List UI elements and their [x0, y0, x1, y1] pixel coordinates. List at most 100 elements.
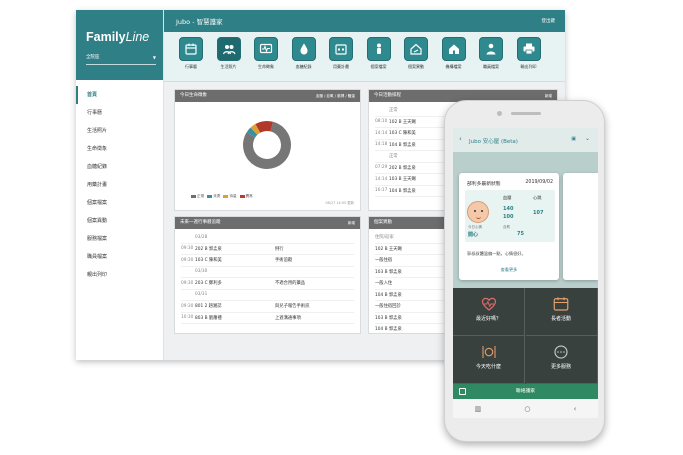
table-row[interactable]: 09:30 202 B 郭孟泉 例行 [181, 244, 354, 255]
toolbar-button[interactable]: 生活照片 [216, 37, 242, 70]
calendar-icon [553, 297, 569, 311]
facility-select-value: 全院區 [86, 55, 100, 60]
appointments-add-link[interactable]: 新增 [348, 217, 355, 229]
table-row[interactable]: 10:30 803 B 劉蕭禮 上週溝通事項 [181, 313, 354, 324]
service-grid-item[interactable]: 今天吃什麼 [453, 336, 525, 384]
table-row[interactable]: 09:30 801 2 趙湘誌 與兒子報告手術訊 [181, 301, 354, 313]
phone-camera [497, 111, 502, 116]
phone-screen: ‹ Jubo 安心屋 (Beta) ▣ ⌄ 部利多最新狀態 2019/09/02… [453, 128, 598, 418]
toolbar-button[interactable]: 行事曆 [178, 37, 204, 70]
status-card[interactable]: 部利多最新狀態 2019/09/02 血壓 心跳 140 100 107 今日心… [459, 173, 559, 280]
toolbar-button[interactable]: 機構檔案 [441, 37, 467, 70]
table-row[interactable]: 03/31 [181, 290, 354, 301]
sidebar-item[interactable]: 行事曆 [76, 104, 163, 122]
status-card-date: 2019/09/02 [525, 180, 553, 185]
sidebar-item[interactable]: 首頁 [76, 86, 163, 104]
logout-link[interactable]: 登出鍵 [542, 18, 556, 24]
row-text: 住院/返家 [375, 235, 394, 241]
toolbar-button-label: 輸出列印 [520, 64, 537, 69]
row-time: 09:30 [181, 257, 194, 263]
sidebar-item[interactable]: 生命徵象 [76, 140, 163, 158]
legend-item: 正常 [191, 194, 204, 199]
legend-swatch [239, 194, 245, 198]
legend-swatch [207, 194, 213, 198]
toolbar-button-label: 個案異動 [408, 64, 424, 69]
mood-value: 開心 [468, 232, 479, 238]
service-grid-item[interactable]: 最近好嗎？ [453, 288, 525, 336]
toolbar-button[interactable]: 輸出列印 [516, 37, 542, 70]
phone-app-title: Jubo 安心屋 (Beta) [469, 139, 518, 145]
back-icon[interactable]: ‹ [459, 135, 462, 143]
toolbar-button-label: 用藥計畫 [333, 64, 349, 69]
toolbar-button[interactable]: 用藥計畫 [328, 37, 354, 70]
legend-label: 正常 [197, 194, 205, 198]
meal-icon [481, 346, 496, 358]
sidebar-item[interactable]: 職員檔案 [76, 248, 163, 266]
person-icon [366, 37, 391, 61]
sidebar-item[interactable]: 生活照片 [76, 122, 163, 140]
table-row[interactable]: 03/28 [181, 232, 354, 244]
contact-label: 聯絡護家 [515, 389, 536, 394]
table-row[interactable]: 09:30 103 C 陳和美 手術追蹤 [181, 255, 354, 267]
row-note: 手術追蹤 [275, 258, 293, 264]
bp-label: 血壓 [503, 195, 512, 200]
service-grid-label: 最近好嗎？ [475, 316, 501, 322]
bp-value: 140 [503, 206, 514, 212]
house-change-icon [404, 37, 428, 61]
toolbar-button[interactable]: 生命徵象 [253, 37, 279, 70]
status-card-next[interactable] [563, 173, 598, 280]
row-resident: 801 2 趙湘誌 [195, 304, 222, 310]
sidebar-item[interactable]: 個案檔案 [76, 194, 163, 212]
sidebar-item[interactable]: 服務檔案 [76, 230, 163, 248]
sidebar-item[interactable]: 血糖紀錄 [76, 158, 163, 176]
row-text: 102 B 王天賜 [375, 246, 402, 252]
toolbar-button[interactable]: 個案檔案 [366, 37, 392, 70]
toolbar-button-label: 生命徵象 [258, 64, 274, 69]
chevron-down-icon[interactable]: ⌄ [585, 135, 590, 142]
row-time: 10:30 [181, 315, 194, 321]
sidebar-item[interactable]: 個案異動 [76, 212, 163, 230]
printer-icon [516, 37, 541, 61]
toolbar-button-label: 職員檔案 [483, 64, 499, 69]
row-note: 上週溝通事項 [275, 315, 301, 321]
see-more-link[interactable]: 查看更多 [459, 267, 559, 273]
bookmark-icon[interactable]: ▣ [571, 136, 576, 142]
status-message: 郭叔叔體溫偏一點，心情很好。 [467, 251, 526, 256]
toolbar-button-label: 血糖紀錄 [295, 64, 312, 69]
row-resident: 103 C 陳和美 [195, 258, 222, 264]
sidebar-item[interactable]: 用藥計畫 [76, 176, 163, 194]
brand-name-a: Family [86, 30, 126, 44]
row-time: 09:30 [181, 246, 194, 252]
legend-swatch [223, 194, 229, 198]
row-time: 14:14 [375, 130, 388, 136]
toolbar-button[interactable]: 血糖紀錄 [291, 37, 317, 70]
blood-drop-icon [291, 37, 316, 61]
vitals-updated-time: 06/27 14:55 更新 [325, 201, 354, 205]
table-row[interactable]: 03/30 [181, 267, 354, 278]
system-nav-bar: ▥ ○ ‹ [453, 399, 598, 418]
medication-calendar-icon [329, 37, 353, 61]
home-icon[interactable]: ○ [524, 405, 530, 413]
legend-label: 未測 [213, 194, 221, 198]
legend-item: 待量 [223, 194, 237, 199]
facility-select[interactable]: 全院區 ▼ [86, 54, 156, 65]
legend-swatch [191, 194, 196, 198]
table-row[interactable]: 09:30 203 C 鄭利多 不適合用的藥品 [181, 278, 354, 290]
row-time: 09:30 [181, 303, 194, 309]
module-toolbar: 行事曆 生活照片 生命徵象 血糖紀錄 用藥計畫 個案檔案 個案異動 機構檔案 職員檔案 輸出列印 [164, 32, 565, 82]
sidebar-item[interactable]: 親出列印 [76, 266, 163, 284]
service-grid-item[interactable]: 長者活動 [525, 288, 598, 336]
building-icon [441, 37, 466, 61]
recent-apps-icon[interactable]: ▥ [475, 405, 482, 413]
row-resident: 03/31 [195, 292, 208, 298]
contact-bar[interactable]: 聯絡護家 [453, 384, 598, 399]
toolbar-button[interactable]: 個案異動 [403, 37, 429, 70]
service-grid-item[interactable]: 更多服務 [525, 336, 598, 384]
vitals-card-filter[interactable]: 血壓 / 血氧 / 脈搏 / 體溫 [316, 90, 355, 102]
caret-down-icon: ▼ [152, 55, 156, 60]
contact-icon [459, 388, 466, 395]
toolbar-button[interactable]: 職員檔案 [478, 37, 504, 70]
resident-avatar [467, 201, 489, 223]
back-nav-icon[interactable]: ‹ [574, 405, 577, 413]
case-changes-card-title: 個案異動 [374, 220, 392, 225]
